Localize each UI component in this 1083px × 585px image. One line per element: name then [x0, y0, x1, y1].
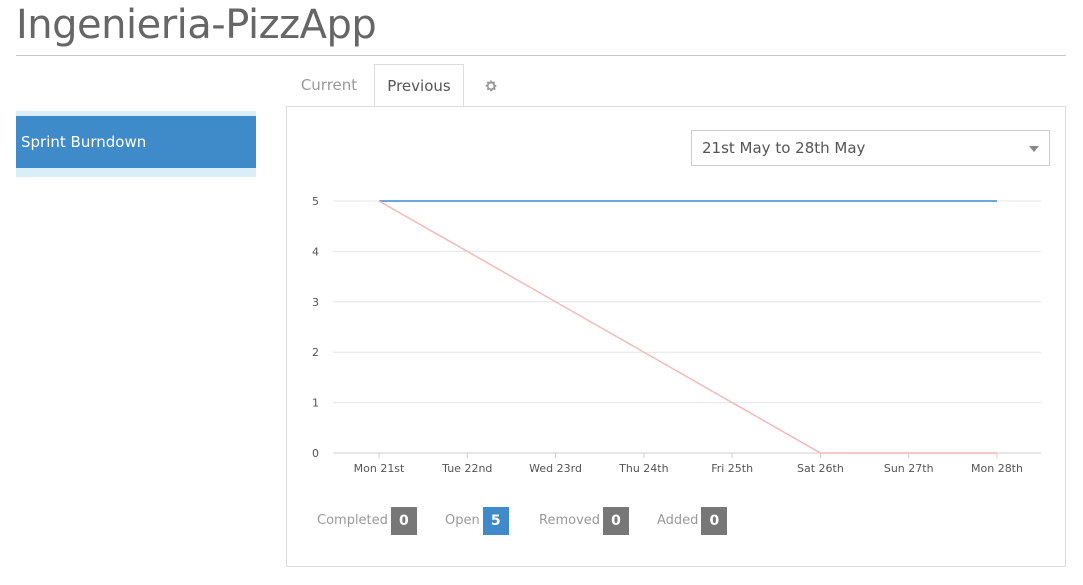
- stat-removed-badge: 0: [603, 506, 630, 535]
- stat-open-badge: 5: [482, 506, 509, 535]
- burndown-chart: 0 1 2 3 4 5 Mon 21st Tue 22nd Wed 23rd Thu 24th Fr…: [312, 195, 1041, 475]
- stat-completed-label: Completed: [317, 513, 388, 528]
- sidebar: Sprint Burndown: [16, 111, 256, 177]
- stat-completed: Completed 0: [317, 506, 417, 536]
- page-title: Ingenieria-PizzApp: [16, 2, 377, 48]
- series-line-1: [378, 200, 997, 454]
- x-tick-label: Sat 26th: [797, 462, 844, 475]
- sidebar-item-sprint-burndown[interactable]: Sprint Burndown: [16, 116, 256, 168]
- stat-added-badge: 0: [701, 506, 728, 535]
- x-tick-label: Fri 25th: [711, 462, 753, 475]
- y-tick-label: 1: [312, 397, 319, 410]
- stat-added-label: Added: [657, 513, 699, 528]
- tab-current[interactable]: Current: [287, 64, 371, 107]
- x-tick-label: Sun 27th: [884, 462, 934, 475]
- tab-settings[interactable]: [479, 64, 503, 107]
- x-tick-label: Tue 22nd: [441, 462, 492, 475]
- y-tick-label: 5: [312, 195, 319, 208]
- y-tick-label: 3: [312, 296, 319, 309]
- x-tick-label: Thu 24th: [618, 462, 668, 475]
- tab-previous[interactable]: Previous: [374, 64, 464, 108]
- x-tick-label: Mon 21st: [354, 462, 405, 475]
- stat-open-label: Open: [445, 513, 480, 528]
- y-tick-label: 4: [312, 245, 319, 258]
- y-tick-label: 2: [312, 346, 319, 359]
- stat-removed: Removed 0: [539, 506, 630, 536]
- x-tick-label: Mon 28th: [971, 462, 1023, 475]
- title-divider: [16, 55, 1066, 56]
- stat-added: Added 0: [657, 506, 728, 536]
- burndown-panel: 21st May to 28th May 0 1 2 3 4 5 Mon 21st Tue 2…: [286, 106, 1066, 567]
- y-tick-label: 0: [312, 447, 319, 460]
- x-tick-label: Wed 23rd: [529, 462, 582, 475]
- stat-completed-badge: 0: [390, 506, 417, 535]
- stat-open: Open 5: [445, 506, 509, 536]
- gear-icon: [485, 80, 497, 92]
- stat-removed-label: Removed: [539, 513, 601, 528]
